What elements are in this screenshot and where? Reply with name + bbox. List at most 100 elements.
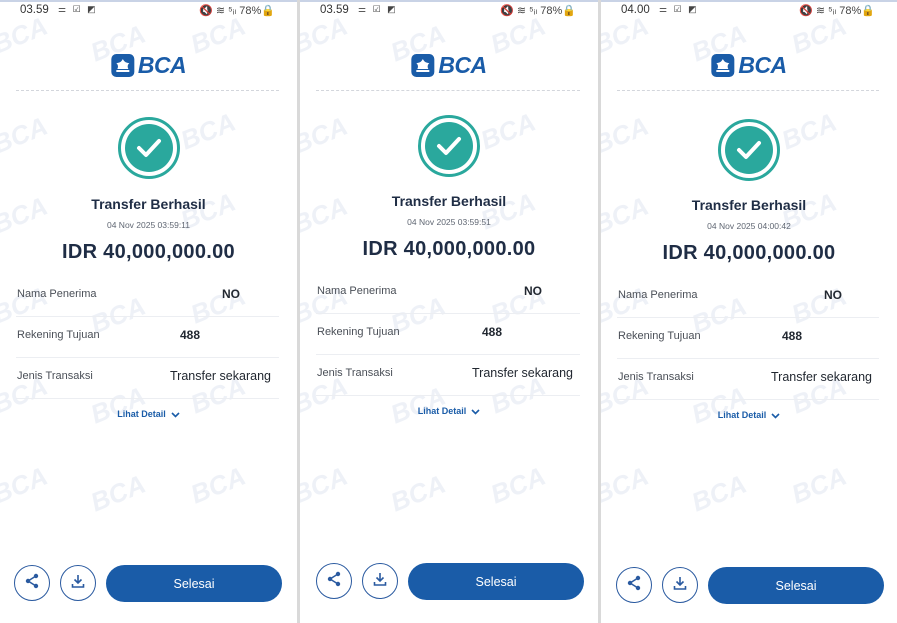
done-button[interactable]: Selesai — [408, 563, 584, 600]
view-detail-label: Lihat Detail — [117, 409, 166, 419]
watermark: BCA — [176, 106, 240, 156]
download-button[interactable] — [662, 567, 698, 603]
chevron-down-icon — [171, 410, 180, 420]
share-icon — [626, 575, 642, 596]
watermark: BCA — [787, 460, 851, 510]
recipient-label: Nama Penerima — [17, 288, 97, 300]
account-value: 488 — [782, 329, 803, 343]
view-detail-link[interactable]: Lihat Detail — [300, 406, 598, 417]
share-button[interactable] — [14, 565, 50, 601]
check-circle-icon — [418, 115, 480, 177]
transfer-amount: IDR 40,000,000.00 — [61, 241, 235, 263]
recipient-row: Nama Penerima NO — [617, 277, 879, 318]
transfer-amount: IDR 40,000,000.00 — [362, 238, 536, 260]
bca-logo-text: BCA — [738, 52, 787, 78]
share-button[interactable] — [316, 563, 352, 599]
transaction-type-value: Transfer sekarang — [170, 369, 271, 383]
recipient-label: Nama Penerima — [618, 289, 698, 301]
status-right: 🔇 ≋ ⁵ᵢₗ 78%🔒 — [199, 5, 275, 17]
bca-logo: BCA — [711, 52, 787, 79]
download-button[interactable] — [60, 565, 96, 601]
status-time: 03.59 — [320, 4, 349, 16]
recipient-value: NO — [524, 284, 542, 298]
transfer-amount: IDR 40,000,000.00 — [662, 242, 836, 264]
recipient-label: Nama Penerima — [317, 285, 397, 297]
status-bar: 03.59 ⚌ ☑ ◩ 🔇 ≋ ⁵ᵢₗ 78%🔒 — [300, 0, 598, 20]
account-value: 488 — [482, 325, 503, 339]
watermark: BCA — [386, 468, 450, 518]
screen-1: BCA BCA BCA BCA BCA BCA BCA BCA BCA BCA … — [0, 0, 297, 623]
done-button[interactable]: Selesai — [708, 567, 884, 604]
status-bar: 04.00 ⚌ ☑ ◩ 🔇 ≋ ⁵ᵢₗ 78%🔒 — [601, 0, 897, 20]
watermark: BCA — [300, 110, 352, 160]
status-time: 04.00 — [621, 4, 650, 16]
page-title: Transfer Berhasil — [691, 197, 807, 213]
status-right: 🔇 ≋ ⁵ᵢₗ 78%🔒 — [500, 5, 576, 17]
share-button[interactable] — [616, 567, 652, 603]
account-value: 488 — [180, 328, 201, 342]
bca-logo-text: BCA — [438, 52, 487, 78]
watermark: BCA — [86, 468, 150, 518]
transaction-type-value: Transfer sekarang — [771, 370, 872, 384]
account-label: Rekening Tujuan — [317, 326, 400, 338]
transaction-date: 04 Nov 2025 03:59:51 — [407, 217, 491, 227]
recipient-row: Nama Penerima NO — [316, 273, 580, 314]
watermark: BCA — [0, 110, 52, 160]
account-label: Rekening Tujuan — [17, 329, 100, 341]
notification-icons: ⚌ ☑ ◩ — [58, 4, 98, 14]
recipient-value: NO — [824, 288, 842, 302]
watermark: BCA — [0, 460, 52, 510]
transaction-type-label: Jenis Transaksi — [17, 370, 93, 382]
status-right: 🔇 ≋ ⁵ᵢₗ 78%🔒 — [799, 5, 875, 17]
divider — [316, 90, 580, 91]
view-detail-link[interactable]: Lihat Detail — [0, 409, 297, 420]
transaction-date: 04 Nov 2025 04:00:42 — [707, 221, 791, 231]
check-circle-icon — [117, 117, 180, 179]
notification-icons: ⚌ ☑ ◩ — [358, 4, 398, 14]
view-detail-label: Lihat Detail — [417, 406, 467, 416]
page-title: Transfer Berhasil — [91, 196, 206, 212]
recipient-row: Nama Penerima NO — [16, 276, 279, 317]
transaction-type-value: Transfer sekarang — [472, 366, 573, 380]
watermark: BCA — [601, 110, 653, 160]
watermark: BCA — [687, 468, 751, 518]
screen-2: BCA BCA BCA BCA BCA BCA BCA BCA BCA BCA … — [300, 0, 598, 623]
view-detail-link[interactable]: Lihat Detail — [601, 410, 897, 421]
status-time: 03.59 — [20, 4, 49, 16]
view-detail-label: Lihat Detail — [717, 410, 767, 420]
bca-logo-icon — [110, 54, 134, 77]
transaction-date: 04 Nov 2025 03:59:11 — [106, 220, 191, 230]
watermark: BCA — [486, 460, 550, 510]
bca-logo: BCA — [110, 52, 187, 79]
transaction-type-row: Jenis Transaksi Transfer sekarang — [316, 355, 580, 396]
chevron-down-icon — [771, 411, 780, 421]
done-button[interactable]: Selesai — [106, 565, 282, 602]
bca-logo: BCA — [411, 52, 487, 79]
transaction-type-label: Jenis Transaksi — [618, 371, 694, 383]
recipient-value: NO — [222, 287, 240, 301]
bca-logo-text: BCA — [137, 52, 187, 78]
download-icon — [672, 575, 688, 596]
screen-3: BCA BCA BCA BCA BCA BCA BCA BCA BCA BCA … — [601, 0, 897, 623]
status-bar: 03.59 ⚌ ☑ ◩ 🔇 ≋ ⁵ᵢₗ 78%🔒 — [0, 0, 297, 20]
watermark: BCA — [777, 106, 841, 156]
watermark: BCA — [476, 106, 540, 156]
transaction-type-row: Jenis Transaksi Transfer sekarang — [617, 359, 879, 400]
notification-icons: ⚌ ☑ ◩ — [659, 4, 699, 14]
account-row: Rekening Tujuan 488 — [316, 314, 580, 355]
download-button[interactable] — [362, 563, 398, 599]
divider — [16, 90, 279, 91]
transaction-type-row: Jenis Transaksi Transfer sekarang — [16, 358, 279, 399]
download-icon — [70, 573, 86, 594]
divider — [617, 90, 879, 91]
bca-logo-icon — [411, 54, 435, 77]
check-circle-icon — [718, 119, 780, 181]
watermark: BCA — [601, 460, 653, 510]
account-row: Rekening Tujuan 488 — [16, 317, 279, 358]
transaction-type-label: Jenis Transaksi — [317, 367, 393, 379]
page-title: Transfer Berhasil — [391, 193, 507, 209]
account-row: Rekening Tujuan 488 — [617, 318, 879, 359]
bca-logo-icon — [711, 54, 735, 77]
watermark: BCA — [300, 460, 352, 510]
download-icon — [372, 571, 388, 592]
